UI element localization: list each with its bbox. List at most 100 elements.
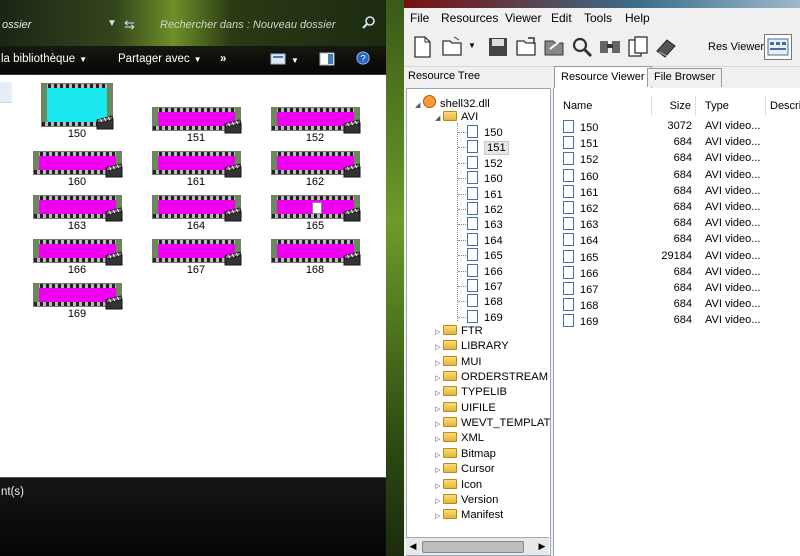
help-icon[interactable]: ?: [355, 51, 371, 65]
expand-icon[interactable]: ▷: [435, 356, 443, 371]
book-icon[interactable]: [654, 35, 678, 59]
chevron-down-icon[interactable]: ▼: [291, 56, 299, 65]
tree-node-avi-165[interactable]: 165: [467, 248, 503, 263]
menu-help[interactable]: Help: [625, 11, 650, 25]
more-commands-button[interactable]: »: [220, 53, 226, 65]
tree-horizontal-scrollbar[interactable]: ◀ ▶: [406, 537, 549, 555]
expand-icon[interactable]: ▷: [435, 509, 443, 524]
menu-edit[interactable]: Edit: [551, 11, 572, 25]
tree-node-root[interactable]: ◢ shell32.dll: [415, 95, 490, 110]
tree-node-avi-150[interactable]: 150: [467, 125, 503, 140]
tree-node-avi-162[interactable]: 162: [467, 202, 503, 217]
expand-icon[interactable]: ▷: [435, 417, 443, 432]
file-item[interactable]: 169: [27, 283, 127, 320]
menu-tools[interactable]: Tools: [584, 11, 612, 25]
tree-node-typelib[interactable]: ▷ TYPELIB: [435, 385, 507, 400]
file-item[interactable]: 162: [265, 151, 365, 188]
tree-node-icon[interactable]: ▷ Icon: [435, 478, 482, 493]
menu-file[interactable]: File: [410, 11, 429, 25]
list-row[interactable]: 163 684 AVI video...: [554, 216, 800, 232]
find-next-icon[interactable]: [598, 35, 622, 59]
file-item[interactable]: 152: [265, 107, 365, 144]
file-item[interactable]: 163: [27, 195, 127, 232]
file-item[interactable]: 150: [27, 83, 127, 140]
address-path[interactable]: ossier: [2, 19, 31, 31]
chevron-down-icon[interactable]: ▼: [468, 41, 476, 50]
list-row[interactable]: 161 684 AVI video...: [554, 184, 800, 200]
list-row[interactable]: 160 684 AVI video...: [554, 168, 800, 184]
tree-node-avi-166[interactable]: 166: [467, 263, 503, 279]
extract-icon[interactable]: [542, 35, 566, 59]
list-row[interactable]: 167 684 AVI video...: [554, 281, 800, 297]
search-icon[interactable]: [570, 35, 594, 59]
tree-node-avi-167[interactable]: 167: [467, 279, 503, 294]
menu-resources[interactable]: Resources: [441, 11, 498, 25]
tab-resource-viewer[interactable]: Resource Viewer: [554, 66, 652, 88]
nav-selected-item[interactable]: [0, 82, 12, 103]
expand-icon[interactable]: ▷: [435, 340, 443, 355]
collapse-icon[interactable]: ◢: [415, 98, 423, 113]
expand-icon[interactable]: ▷: [435, 386, 443, 401]
new-file-icon[interactable]: [410, 35, 434, 59]
search-icon[interactable]: [362, 15, 376, 29]
chevron-down-icon[interactable]: ▼: [107, 18, 117, 29]
list-row[interactable]: 166 684 AVI video...: [554, 265, 800, 281]
tab-file-browser[interactable]: File Browser: [647, 68, 723, 87]
file-item[interactable]: 167: [146, 239, 246, 276]
file-item[interactable]: 164: [146, 195, 246, 232]
column-description[interactable]: Descri: [770, 96, 800, 116]
list-row[interactable]: 152 684 AVI video...: [554, 151, 800, 167]
list-row[interactable]: 164 684 AVI video...: [554, 232, 800, 248]
expand-icon[interactable]: ▷: [435, 479, 443, 494]
list-row[interactable]: 168 684 AVI video...: [554, 297, 800, 313]
tree-node-avi-160[interactable]: 160: [467, 171, 503, 186]
expand-icon[interactable]: ▷: [435, 494, 443, 509]
expand-icon[interactable]: ▷: [435, 432, 443, 447]
file-item[interactable]: 160: [27, 151, 127, 188]
list-row[interactable]: 150 3072 AVI video...: [554, 119, 800, 135]
tree-node-cursor[interactable]: ▷ Cursor: [435, 462, 495, 477]
tree-node-mui[interactable]: ▷ MUI: [435, 355, 482, 370]
res-viewer-button[interactable]: [764, 34, 792, 60]
tree-node-bitmap[interactable]: ▷ Bitmap: [435, 447, 496, 462]
include-in-library-button[interactable]: la bibliothèque ▼: [1, 53, 87, 65]
tree-node-avi-168[interactable]: 168: [467, 294, 503, 309]
tree-node-manifest[interactable]: ▷ Manifest: [435, 508, 503, 523]
refresh-icon[interactable]: ⇆: [124, 17, 135, 33]
list-row[interactable]: 169 684 AVI video...: [554, 313, 800, 329]
expand-icon[interactable]: ▷: [435, 402, 443, 417]
tree-node-ftr[interactable]: ▷ FTR: [435, 324, 483, 339]
tree-node-avi-152[interactable]: 152: [467, 155, 503, 171]
open-file-icon[interactable]: [440, 35, 464, 59]
tree-node-avi-161[interactable]: 161: [467, 186, 503, 202]
tree-node-library[interactable]: ▷ LIBRARY: [435, 339, 509, 354]
file-item[interactable]: 161: [146, 151, 246, 188]
file-item[interactable]: 166: [27, 239, 127, 276]
save-icon[interactable]: [486, 35, 510, 59]
column-size[interactable]: Size: [652, 96, 696, 116]
expand-icon[interactable]: ▷: [435, 448, 443, 463]
preview-pane-icon[interactable]: [319, 52, 335, 66]
tree-node-xml[interactable]: ▷ XML: [435, 431, 484, 446]
file-item[interactable]: 168: [265, 239, 365, 276]
expand-icon[interactable]: ▷: [435, 463, 443, 478]
expand-icon[interactable]: ▷: [435, 371, 443, 386]
list-row[interactable]: 151 684 AVI video...: [554, 135, 800, 151]
copy-icon[interactable]: [626, 35, 650, 59]
scrollbar-thumb[interactable]: [422, 541, 524, 553]
tree-node-avi-151[interactable]: 151: [467, 140, 509, 156]
file-item[interactable]: 151: [146, 107, 246, 144]
column-name[interactable]: Name: [563, 96, 652, 116]
collapse-icon[interactable]: ◢: [435, 111, 443, 126]
scroll-right-icon[interactable]: ▶: [537, 541, 547, 552]
list-row[interactable]: 165 29184 AVI video...: [554, 249, 800, 265]
menu-viewer[interactable]: Viewer: [505, 11, 541, 25]
scroll-left-icon[interactable]: ◀: [408, 541, 418, 552]
tree-node-version[interactable]: ▷ Version: [435, 493, 498, 508]
view-options-icon[interactable]: [270, 52, 286, 66]
tree-node-avi-163[interactable]: 163: [467, 217, 503, 232]
search-input[interactable]: Rechercher dans : Nouveau dossier: [160, 19, 335, 31]
tree-node-uifile[interactable]: ▷ UIFILE: [435, 401, 496, 416]
tree-node-wevt_templat[interactable]: ▷ WEVT_TEMPLAT: [435, 416, 550, 431]
list-row[interactable]: 162 684 AVI video...: [554, 200, 800, 216]
